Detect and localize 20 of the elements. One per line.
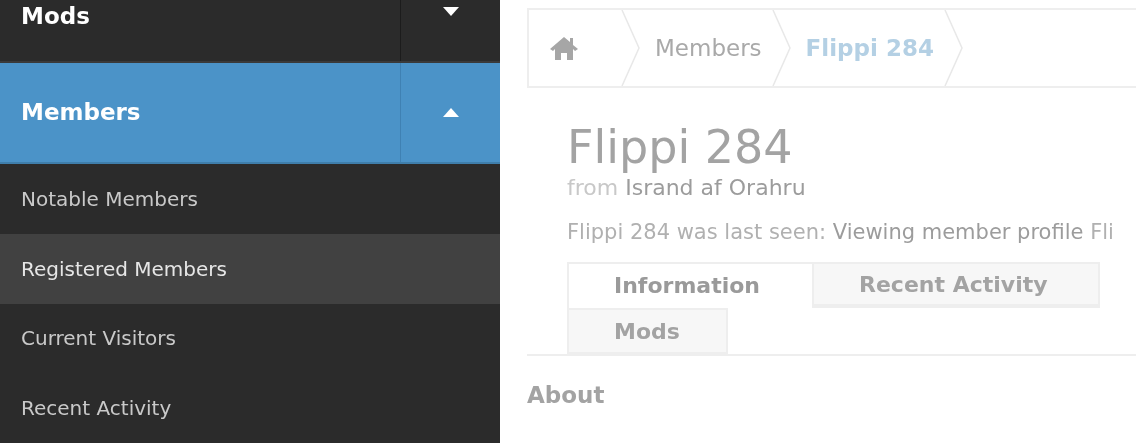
section-label[interactable]: Members bbox=[0, 62, 400, 163]
sidebar-section[interactable]: Mods bbox=[0, 0, 500, 63]
profile-tab[interactable]: Mods bbox=[567, 307, 728, 354]
caret-up-icon bbox=[442, 107, 459, 117]
sidebar-item[interactable]: Current Visitors bbox=[0, 303, 500, 374]
home-icon bbox=[549, 36, 579, 60]
location-link[interactable]: Isrand af Orahru bbox=[625, 174, 806, 200]
sidebar-item[interactable]: Recent Activity bbox=[0, 373, 500, 443]
sidebar-section[interactable]: Members bbox=[0, 62, 500, 165]
sidebar-item[interactable]: Registered Members bbox=[0, 233, 500, 304]
breadcrumb-link[interactable]: Members bbox=[641, 10, 772, 86]
profile-tab[interactable]: Recent Activity bbox=[814, 261, 1100, 308]
section-label[interactable]: Mods bbox=[0, 0, 400, 61]
section-heading: About bbox=[527, 381, 606, 408]
member-name: Flippi 284 bbox=[567, 122, 794, 173]
profile-tab[interactable]: Information bbox=[567, 261, 814, 308]
activity-link[interactable]: Viewing member profile bbox=[832, 219, 1084, 244]
sidebar-item[interactable]: Notable Members bbox=[0, 164, 500, 234]
last-seen-text: Flippi 284 was last seen: Viewing member profile Fli bbox=[567, 219, 1115, 244]
caret-down-icon bbox=[442, 6, 459, 16]
